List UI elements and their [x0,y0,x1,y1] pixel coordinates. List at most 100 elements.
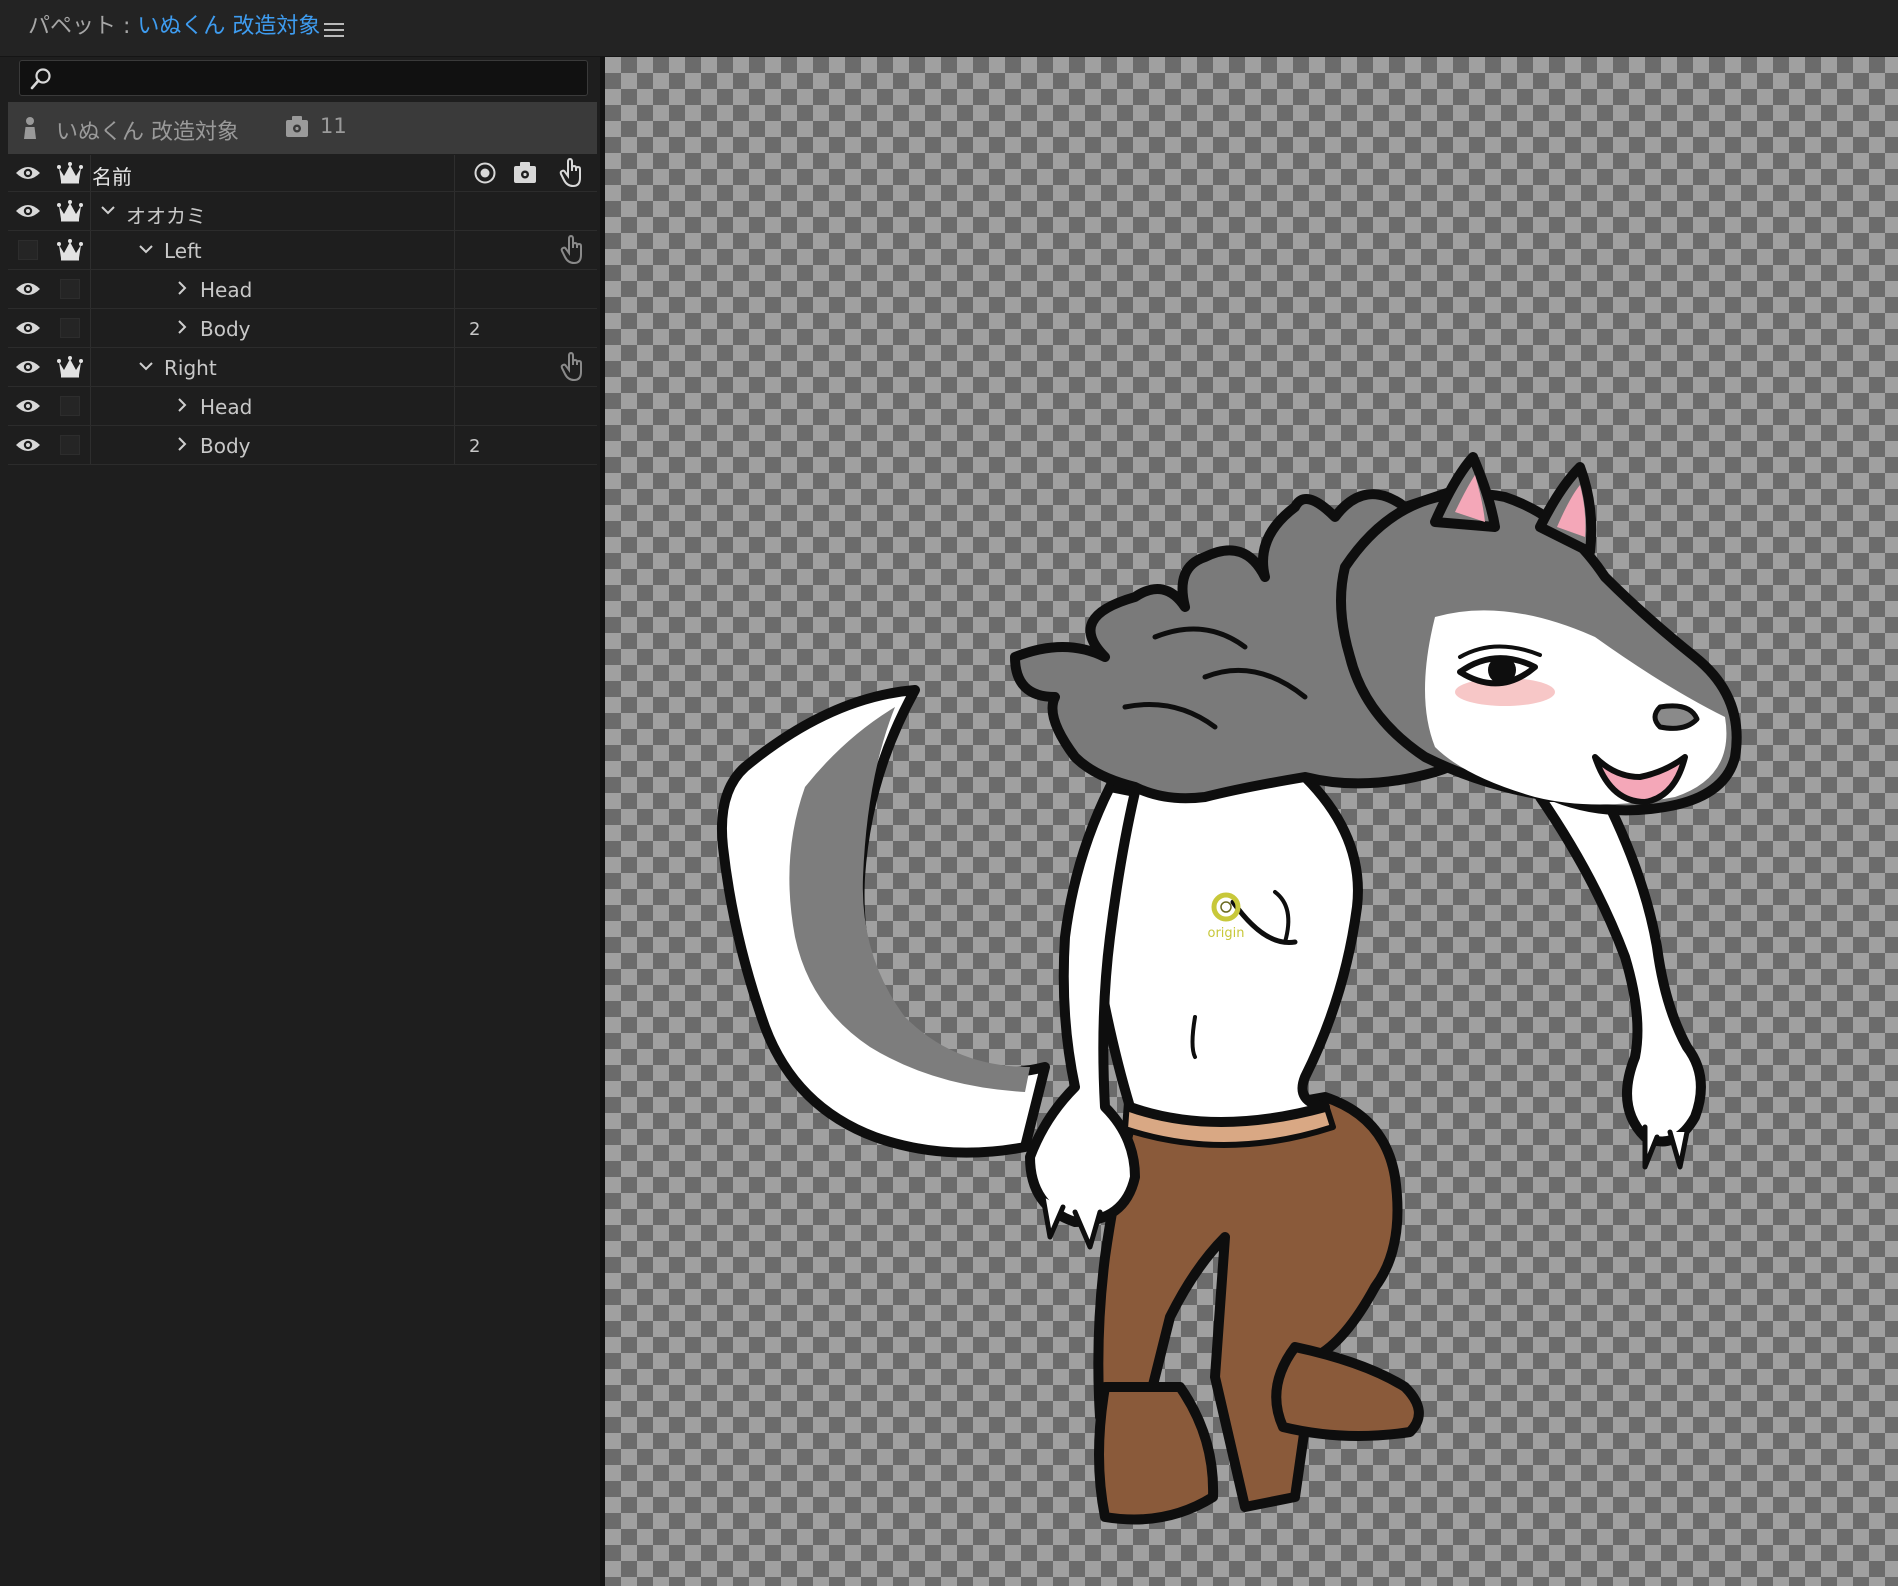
trigger-cell[interactable] [548,192,597,230]
eye-icon [16,439,40,451]
tree-row-label: オオカミ [126,204,206,228]
tree-row[interactable]: Right [8,348,597,387]
tree-row-name-cell[interactable]: オオカミ [92,192,455,230]
trigger-cell[interactable] [548,387,597,425]
independence-off-box [60,396,80,416]
tree-row-name-cell[interactable]: Head [92,270,455,308]
tree-row-label: Body [200,434,251,458]
trigger-cell[interactable] [548,348,597,386]
tree-row-name-cell[interactable]: Body [92,426,455,464]
tree-row-count: 2 [469,436,481,457]
panel-header: パペット : いぬくん 改造対象 [0,0,1898,57]
search-icon [30,68,51,90]
puppet-tree: 名前 オオカミ Left Head Body 2 Right Head Body 2 [8,155,597,465]
tree-row-count-cell: 2 [455,309,515,347]
behaviors-icon [514,162,536,183]
tree-row[interactable]: Head [8,387,597,426]
search-input[interactable] [62,63,586,95]
behavior-count: 11 [320,114,347,138]
tree-row-name-cell[interactable]: Body [92,309,455,347]
independence-off-box [60,435,80,455]
tree-row[interactable]: Left [8,231,597,270]
panel-title: パペット : いぬくん 改造対象 [28,12,320,42]
chevron-right-icon[interactable] [174,436,190,452]
independence-toggle[interactable] [50,387,91,425]
tree-row-name-cell[interactable]: Head [92,387,455,425]
eye-icon [16,283,40,295]
hand-icon [560,352,582,382]
independence-toggle[interactable] [50,348,91,386]
visibility-column-header[interactable] [8,155,48,191]
tree-row-count: 2 [469,319,481,340]
crown-icon [57,356,83,378]
eye-icon [16,167,40,179]
left-ear [1430,452,1500,532]
behaviors-icon [286,116,308,137]
crown-icon [57,239,83,261]
tree-row-name-cell[interactable]: Right [92,348,455,386]
chevron-down-icon[interactable] [138,358,154,374]
puppet-icon [24,117,36,139]
puppet-bar-name: いぬくん 改造対象 [56,120,239,145]
scene-canvas[interactable]: origin [605,57,1898,1586]
behavior-column-header[interactable] [505,155,545,191]
chevron-right-icon[interactable] [174,397,190,413]
tree-row[interactable]: Body 2 [8,309,597,348]
independence-toggle[interactable] [50,426,91,464]
tree-row-count-cell [455,231,515,269]
hamburger-icon[interactable] [324,20,344,38]
puppet-bar[interactable]: いぬくん 改造対象 11 [8,102,597,154]
chevron-down-icon[interactable] [138,241,154,257]
independence-off-box [60,318,80,338]
tree-row-count-cell [455,348,515,386]
tree-row-label: Body [200,317,251,341]
eye-icon [16,322,40,334]
independence-toggle[interactable] [50,309,91,347]
chevron-right-icon[interactable] [174,280,190,296]
puppet-panel: いぬくん 改造対象 11 名前 オオカミ Left Head Body 2 Ri… [0,57,600,1586]
independence-toggle[interactable] [50,270,91,308]
tree-row-label: Head [200,278,253,302]
independence-off-box [60,279,80,299]
trigger-cell[interactable] [548,231,597,269]
trigger-cell[interactable] [548,309,597,347]
trigger-column-header[interactable] [552,155,592,191]
tree-row[interactable]: Body 2 [8,426,597,465]
eye-icon [16,400,40,412]
visibility-toggle[interactable] [8,309,48,347]
visibility-toggle[interactable] [8,270,48,308]
chevron-down-icon[interactable] [100,202,116,218]
back-arm [1535,792,1706,1147]
hand-icon [559,158,581,188]
tree-row-name-cell[interactable]: Left [92,231,455,269]
visibility-toggle[interactable] [8,348,48,386]
hand-icon [560,235,582,265]
wolf-puppet-artwork: origin [716,452,1742,1525]
visibility-toggle[interactable] [8,192,48,230]
tree-row-count-cell [455,387,515,425]
independence-toggle[interactable] [50,192,91,230]
eye-icon [16,361,40,373]
visibility-toggle[interactable] [8,231,48,269]
chevron-right-icon[interactable] [174,319,190,335]
front-boot [1094,1382,1219,1525]
crown-icon [57,200,83,222]
puppet-name-link[interactable]: いぬくん 改造対象 [137,14,320,39]
trigger-cell[interactable] [548,270,597,308]
tree-row-count-cell [455,270,515,308]
tree-row-label: Right [164,356,217,380]
nose [1652,703,1700,731]
trigger-cell[interactable] [548,426,597,464]
visibility-toggle[interactable] [8,387,48,425]
independence-column-header[interactable] [50,155,91,191]
tree-row-label: Left [164,239,202,263]
search-field[interactable] [19,60,588,96]
panel-title-prefix: パペット : [28,14,138,39]
tree-row[interactable]: オオカミ [8,192,597,231]
origin-label: origin [1207,926,1244,941]
independence-toggle[interactable] [50,231,91,269]
name-column-header[interactable]: 名前 [92,155,455,191]
visibility-toggle[interactable] [8,426,48,464]
tree-row[interactable]: Head [8,270,597,309]
tag-column-header[interactable] [465,155,505,191]
